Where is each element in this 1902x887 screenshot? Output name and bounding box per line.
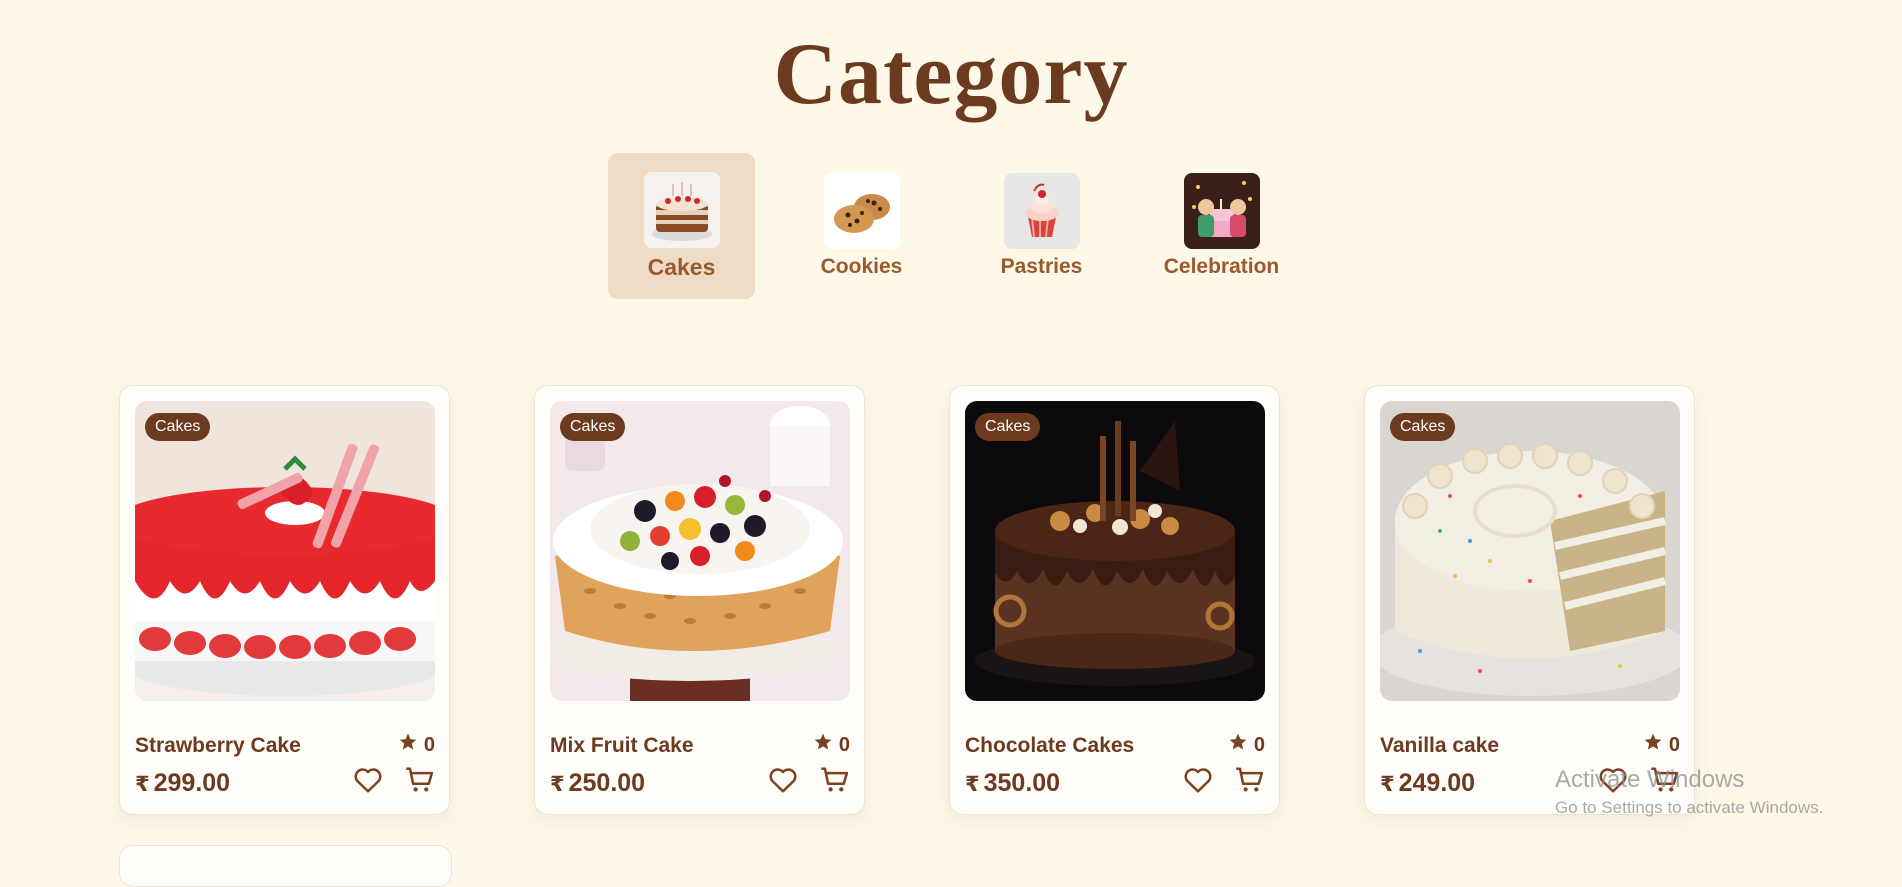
star-icon [1228,732,1248,758]
rating-value: 0 [1253,733,1265,756]
product-actions [353,766,435,799]
star-icon [398,732,418,758]
product-price: ₹350.00 [965,769,1060,798]
category-label: Celebration [1163,255,1280,278]
product-actions [768,766,850,799]
product-card-chocolate-cakes[interactable]: Cakes Chocolate Cakes 0 ₹350.00 [949,385,1280,815]
product-name: Vanilla cake [1380,734,1500,757]
product-name: Mix Fruit Cake [550,734,694,757]
price-value: 250.00 [568,769,646,797]
category-badge: Cakes [1390,413,1456,441]
watermark-subtitle: Go to Settings to activate Windows. [1555,798,1824,817]
product-grid: Cakes Strawberry Cake 0 ₹299.00 Cakes Mi… [119,385,1695,815]
currency-symbol: ₹ [965,773,980,796]
rating-value: 0 [838,733,850,756]
product-name: Chocolate Cakes [965,734,1135,757]
rating: 0 [1643,732,1680,758]
category-label: Cakes [647,253,716,280]
heart-icon[interactable] [768,766,798,799]
category-label: Pastries [1000,255,1083,278]
category-badge: Cakes [975,413,1041,441]
price-value: 249.00 [1398,769,1476,797]
product-card-strawberry-cake[interactable]: Cakes Strawberry Cake 0 ₹299.00 [119,385,450,815]
star-icon [813,732,833,758]
category-list: Cakes Cookies Pastries Celebration [608,153,1295,299]
heart-icon[interactable] [1183,766,1213,799]
product-price: ₹299.00 [135,769,230,798]
page-title: Category [773,26,1129,123]
windows-activation-watermark: Activate Windows Go to Settings to activ… [1555,765,1823,821]
celebration-thumbnail-icon [1183,173,1260,249]
currency-symbol: ₹ [135,773,150,796]
mix-fruit-cake-image[interactable]: Cakes [550,401,850,701]
star-icon [1643,732,1663,758]
currency-symbol: ₹ [550,773,565,796]
vanilla-cake-image[interactable]: Cakes [1380,401,1680,701]
price-value: 350.00 [983,769,1061,797]
product-card-vanilla-cake[interactable]: Cakes Vanilla cake 0 ₹249.00 [1364,385,1695,815]
currency-symbol: ₹ [1380,773,1395,796]
chocolate-cake-image[interactable]: Cakes [965,401,1265,701]
category-label: Cookies [820,255,903,278]
rating: 0 [398,732,435,758]
price-value: 299.00 [153,769,231,797]
cake-thumbnail-icon [643,171,720,248]
watermark-title: Activate Windows [1555,766,1745,793]
strawberry-cake-image[interactable]: Cakes [135,401,435,701]
category-badge: Cakes [145,413,211,441]
product-price: ₹250.00 [550,769,645,798]
product-card-next-row [119,845,452,887]
product-name: Strawberry Cake [135,734,301,757]
cart-icon[interactable] [1235,766,1265,799]
cart-icon[interactable] [405,766,435,799]
heart-icon[interactable] [353,766,383,799]
product-price: ₹249.00 [1380,769,1475,798]
rating-value: 0 [423,733,435,756]
rating-value: 0 [1668,733,1680,756]
category-badge: Cakes [560,413,626,441]
product-actions [1183,766,1265,799]
category-celebration[interactable]: Celebration [1148,153,1295,299]
cookies-thumbnail-icon [823,173,900,249]
product-card-mix-fruit-cake[interactable]: Cakes Mix Fruit Cake 0 ₹250.00 [534,385,865,815]
rating: 0 [1228,732,1265,758]
cupcake-thumbnail-icon [1003,173,1080,249]
rating: 0 [813,732,850,758]
cart-icon[interactable] [820,766,850,799]
category-pastries[interactable]: Pastries [968,153,1115,299]
category-cookies[interactable]: Cookies [788,153,935,299]
category-cakes[interactable]: Cakes [608,153,755,299]
